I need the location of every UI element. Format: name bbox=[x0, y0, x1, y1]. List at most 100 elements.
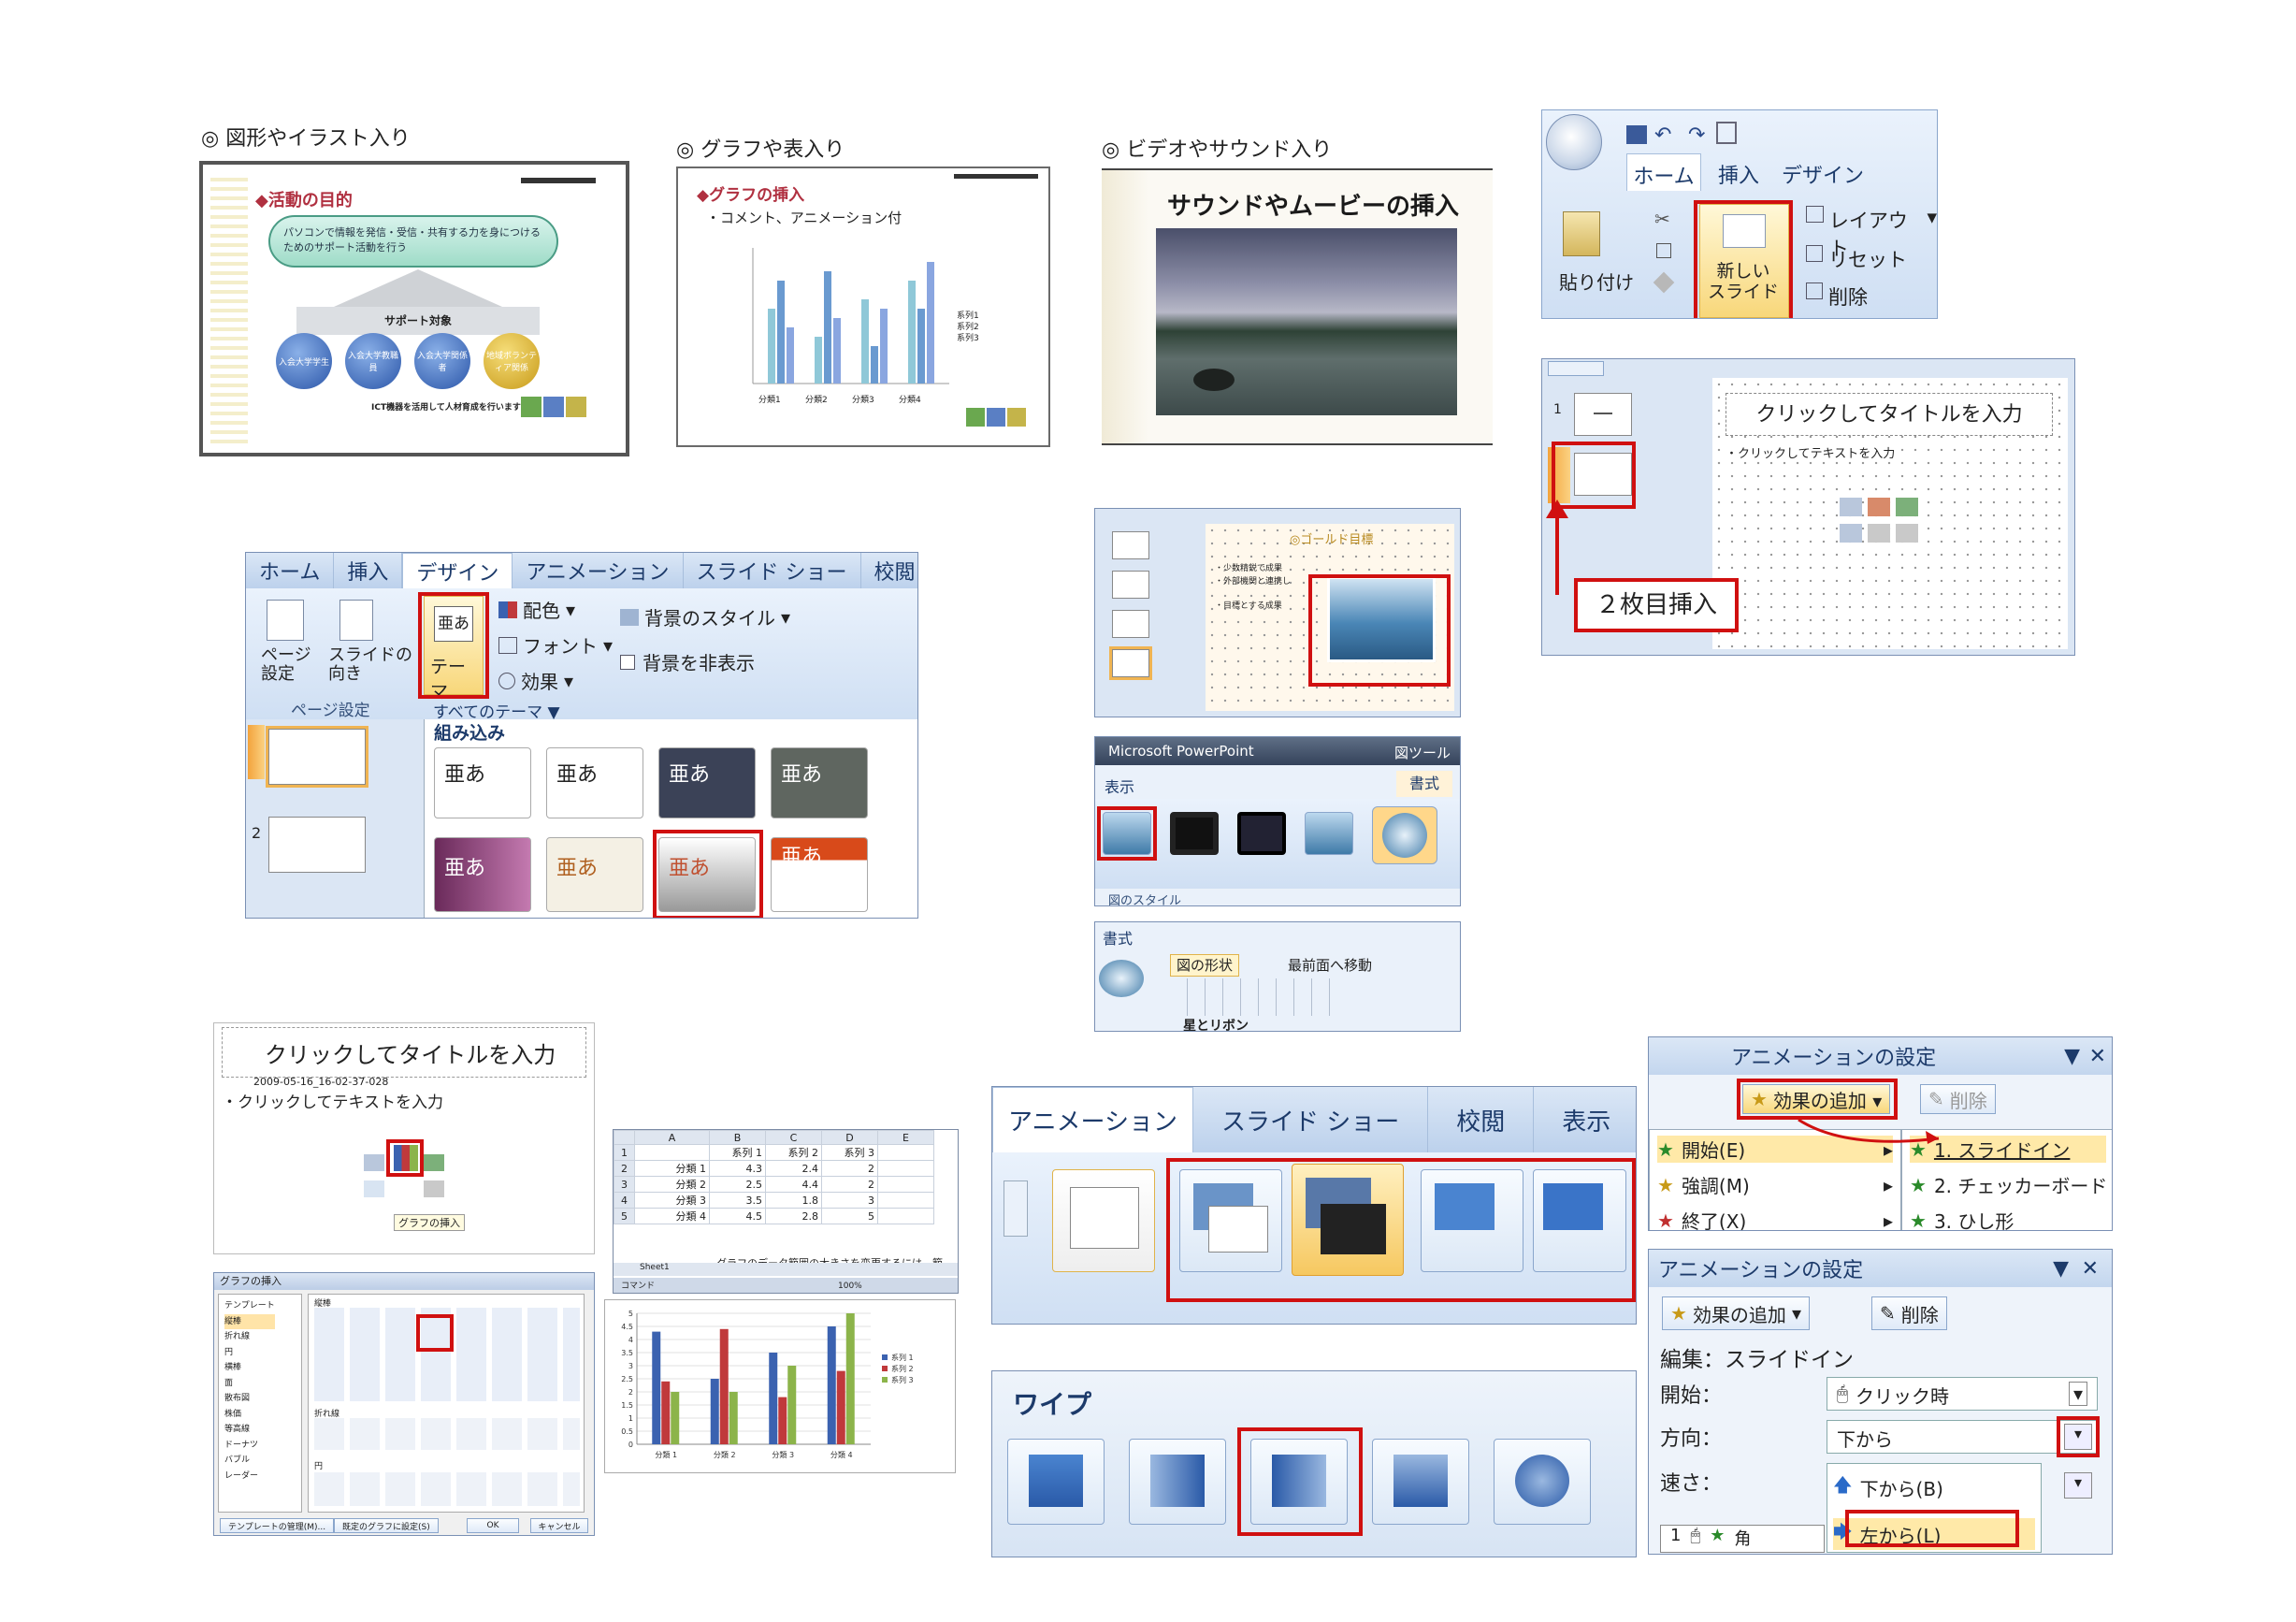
chart-text-placeholder[interactable]: ・クリックしてテキストを入力 bbox=[222, 1089, 443, 1112]
data-cell[interactable]: 4.3 bbox=[709, 1160, 766, 1177]
empty-cell[interactable] bbox=[877, 1176, 934, 1193]
category-doughnut[interactable]: ドーナツ bbox=[224, 1438, 275, 1454]
tab-home-2[interactable]: ホーム bbox=[246, 553, 335, 588]
column-header[interactable]: E bbox=[877, 1130, 934, 1145]
row-header[interactable]: 3 bbox=[614, 1176, 635, 1193]
submenu-checkerboard[interactable]: ★ 2. チェッカーボード bbox=[1910, 1171, 2107, 1198]
pic-thumb-1[interactable] bbox=[1112, 531, 1149, 559]
column-header[interactable] bbox=[614, 1130, 635, 1145]
data-cell[interactable]: 2.5 bbox=[709, 1176, 766, 1193]
pic-thumb-4[interactable] bbox=[1112, 649, 1149, 677]
category-bar[interactable]: 縦棒 bbox=[224, 1313, 275, 1329]
panel2-menu-icon[interactable]: ▼ bbox=[2053, 1257, 2069, 1281]
tab-slideshow-2[interactable]: スライド ショー bbox=[684, 553, 861, 588]
category-surface[interactable]: 等高線 bbox=[224, 1422, 275, 1438]
manage-templates-button[interactable]: テンプレートの管理(M)... bbox=[220, 1518, 335, 1533]
picture-shape-button[interactable]: 図の形状 bbox=[1170, 954, 1240, 977]
reset-button[interactable]: リセット bbox=[1806, 245, 1907, 273]
scroll-left-button[interactable] bbox=[1004, 1180, 1028, 1237]
clipart-icon[interactable] bbox=[1868, 524, 1890, 543]
page-setup-label[interactable]: ページ 設定 bbox=[261, 646, 311, 684]
column-chart[interactable]: 0 0.5 1 1.5 2 2.5 3 3.5 4 4.5 5 分類 1 分類 2 分類 3 分類 4 系列 … bbox=[605, 1300, 956, 1473]
shape-gallery[interactable] bbox=[1170, 978, 1338, 1016]
wipe-left[interactable] bbox=[1129, 1439, 1226, 1525]
row-header[interactable]: 4 bbox=[614, 1192, 635, 1209]
pane-tabs[interactable] bbox=[1548, 361, 1604, 376]
transition-none[interactable] bbox=[1052, 1169, 1155, 1272]
pie-chart-types[interactable] bbox=[314, 1472, 580, 1506]
page-setup-icon[interactable] bbox=[267, 600, 304, 641]
pic-thumb-2[interactable] bbox=[1112, 571, 1149, 599]
column-header[interactable]: D bbox=[821, 1130, 878, 1145]
print-preview-icon[interactable] bbox=[1716, 122, 1737, 144]
empty-cell[interactable] bbox=[877, 1192, 934, 1209]
tab-view[interactable]: 表示 bbox=[1534, 1087, 1636, 1152]
animation-list-item[interactable]: 1 🖱 ★ 角 bbox=[1660, 1525, 1825, 1553]
header-cell[interactable]: 系列 2 bbox=[765, 1144, 822, 1161]
data-cell[interactable]: 2 bbox=[821, 1160, 878, 1177]
tab-animation[interactable]: アニメーション bbox=[992, 1087, 1193, 1152]
pic-thumb-3[interactable] bbox=[1112, 610, 1149, 638]
slide-thumb-1[interactable] bbox=[1574, 393, 1632, 436]
bring-front-button[interactable]: 最前面へ移動 bbox=[1288, 954, 1372, 977]
pic-style-2[interactable] bbox=[1170, 812, 1219, 855]
redo-icon[interactable]: ↷ bbox=[1688, 123, 1705, 147]
data-cell[interactable]: 3.5 bbox=[709, 1192, 766, 1209]
panel1-delete[interactable]: ✎ 削除 bbox=[1920, 1084, 1996, 1114]
sheet1-tab[interactable]: Sheet1 bbox=[640, 1263, 670, 1272]
tab-review-2[interactable]: 校閲 bbox=[861, 553, 918, 588]
tab-design-2[interactable]: デザイン bbox=[402, 553, 513, 588]
tab-format[interactable]: 書式 bbox=[1396, 771, 1452, 797]
hide-background-checkbox[interactable]: 背景を非表示 bbox=[620, 648, 755, 675]
insert-smartart-icon[interactable] bbox=[424, 1154, 444, 1171]
category-area[interactable]: 面 bbox=[224, 1376, 275, 1392]
row-header[interactable]: 1 bbox=[614, 1144, 635, 1161]
wipe-down[interactable] bbox=[1007, 1439, 1105, 1525]
copy-icon[interactable] bbox=[1656, 243, 1671, 258]
wipe-up[interactable] bbox=[1372, 1439, 1469, 1525]
menu-emphasis[interactable]: ★ 強調(M) ▸ bbox=[1657, 1171, 1893, 1198]
fonts-button[interactable]: フォント ▾ bbox=[498, 631, 613, 659]
category-radar[interactable]: レーダー bbox=[224, 1469, 275, 1484]
excel-grid[interactable]: A B C D E 1 系列 1 系列 2 系列 3 2 分類 1 4.3 2.4 2 3 分類 2 2.5 4.… bbox=[614, 1130, 934, 1224]
data-cell[interactable]: 2.8 bbox=[765, 1208, 822, 1224]
panel1-close-icon[interactable]: ✕ bbox=[2089, 1045, 2106, 1068]
theme-5[interactable]: 亜あ bbox=[434, 837, 531, 912]
line-chart-types[interactable] bbox=[314, 1418, 580, 1450]
category-list[interactable]: テンプレート 縦棒 折れ線 円 横棒 面 散布図 株価 等高線 ドーナツ バブル… bbox=[224, 1298, 275, 1484]
theme-2[interactable]: 亜あ bbox=[546, 747, 643, 818]
tab-review[interactable]: 校閲 bbox=[1428, 1087, 1535, 1152]
category-bubble[interactable]: バブル bbox=[224, 1453, 275, 1469]
tab-design[interactable]: デザイン bbox=[1776, 153, 1870, 191]
slide-canvas[interactable]: クリックしてタイトルを入力 ・クリックしてテキストを入力 bbox=[1712, 378, 2068, 649]
start-select[interactable]: 🖱 クリック時 ▾ bbox=[1827, 1377, 2098, 1411]
header-cell[interactable]: 系列 1 bbox=[709, 1144, 766, 1161]
header-cell[interactable]: 系列 3 bbox=[821, 1144, 878, 1161]
data-cell[interactable]: 2.4 bbox=[765, 1160, 822, 1177]
panel2-delete[interactable]: ✎ 削除 bbox=[1871, 1296, 1947, 1330]
data-cell[interactable]: 4.4 bbox=[765, 1176, 822, 1193]
tab-view-3[interactable]: 表示 bbox=[1105, 775, 1134, 797]
category-pie[interactable]: 円 bbox=[224, 1345, 275, 1361]
save-icon[interactable] bbox=[1626, 125, 1647, 144]
pic-style-5[interactable] bbox=[1372, 806, 1437, 864]
tab-home[interactable]: ホーム bbox=[1626, 153, 1701, 191]
category-template[interactable]: テンプレート bbox=[224, 1298, 275, 1314]
insert-table-icon[interactable] bbox=[364, 1154, 384, 1171]
data-cell[interactable]: 分類 2 bbox=[634, 1176, 710, 1193]
smartart-icon[interactable] bbox=[1896, 498, 1918, 516]
cancel-button[interactable]: キャンセル bbox=[530, 1518, 588, 1533]
table-icon[interactable] bbox=[1840, 498, 1862, 516]
category-hbar[interactable]: 横棒 bbox=[224, 1360, 275, 1376]
data-cell[interactable]: 1.8 bbox=[765, 1192, 822, 1209]
tab-animation-2[interactable]: アニメーション bbox=[513, 553, 684, 588]
pic-style-3[interactable] bbox=[1237, 812, 1286, 855]
undo-icon[interactable]: ↶ bbox=[1654, 123, 1671, 147]
category-stock[interactable]: 株価 bbox=[224, 1407, 275, 1423]
paste-icon[interactable] bbox=[1563, 211, 1600, 256]
row-header[interactable]: 5 bbox=[614, 1208, 635, 1224]
tab-insert-2[interactable]: 挿入 bbox=[334, 553, 403, 588]
submenu-diamond[interactable]: ★ 3. ひし形 bbox=[1910, 1207, 2106, 1231]
empty-cell[interactable] bbox=[877, 1144, 934, 1161]
theme-slide-thumb-2[interactable] bbox=[268, 817, 366, 873]
